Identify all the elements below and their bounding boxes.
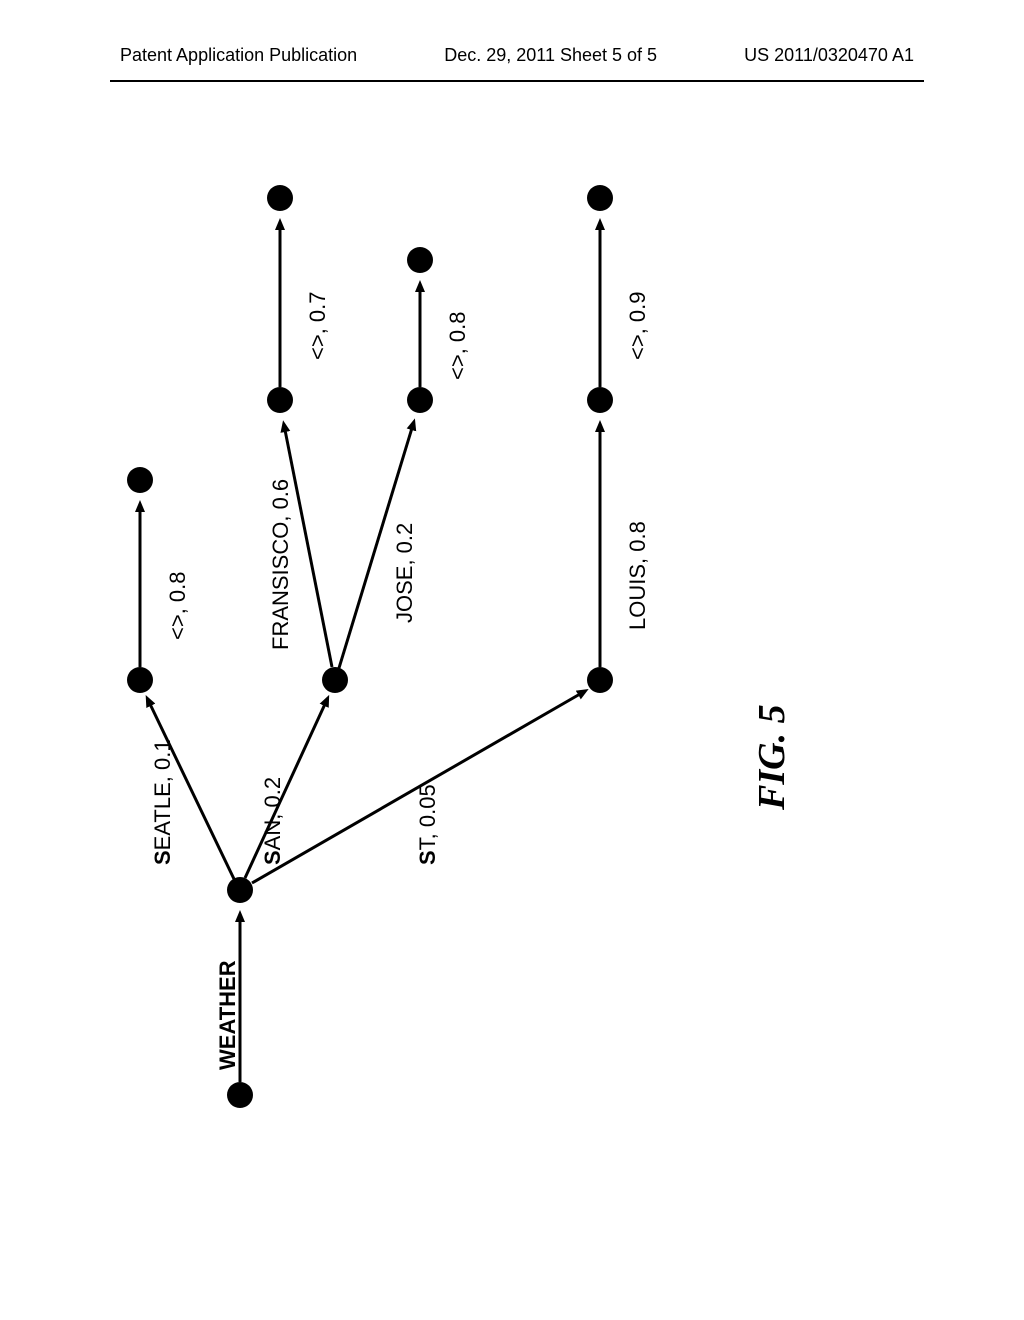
label-san-prefix: S — [260, 850, 285, 865]
node-san-end — [322, 667, 348, 693]
node-jose-final — [407, 247, 433, 273]
node-fransisco-end — [267, 387, 293, 413]
label-seatle-rest: EATLE, 0.1 — [150, 739, 175, 850]
node-seatle-end — [127, 667, 153, 693]
node-seatle-final — [127, 467, 153, 493]
label-end3: <>, 0.8 — [445, 311, 471, 380]
label-san: SAN, 0.2 — [260, 777, 286, 865]
node-weather-end — [227, 877, 253, 903]
graph-diagram: WEATHER SEATLE, 0.1 SAN, 0.2 ST, 0.05 FR… — [110, 150, 890, 1150]
node-st-end — [587, 667, 613, 693]
label-louis: LOUIS, 0.8 — [625, 521, 651, 630]
label-st-prefix: S — [415, 850, 440, 865]
header-left: Patent Application Publication — [120, 45, 357, 66]
node-louis-end — [587, 387, 613, 413]
page-header: Patent Application Publication Dec. 29, … — [0, 45, 1024, 66]
label-st-rest: T, 0.05 — [415, 784, 440, 850]
label-fransisco: FRANSISCO, 0.6 — [268, 479, 294, 650]
header-right: US 2011/0320470 A1 — [744, 45, 914, 66]
label-end4: <>, 0.9 — [625, 291, 651, 360]
label-san-rest: AN, 0.2 — [260, 777, 285, 850]
label-st: ST, 0.05 — [415, 784, 441, 865]
label-seatle-prefix: S — [150, 850, 175, 865]
node-start — [227, 1082, 253, 1108]
header-rule — [110, 80, 924, 82]
header-center: Dec. 29, 2011 Sheet 5 of 5 — [444, 45, 657, 66]
node-fransisco-final — [267, 185, 293, 211]
label-jose: JOSE, 0.2 — [392, 523, 418, 623]
label-seatle: SEATLE, 0.1 — [150, 739, 176, 865]
node-louis-final — [587, 185, 613, 211]
label-weather: WEATHER — [215, 960, 241, 1070]
label-end2: <>, 0.7 — [305, 291, 331, 360]
node-jose-end — [407, 387, 433, 413]
figure-label: FIG. 5 — [750, 704, 794, 810]
label-end1: <>, 0.8 — [165, 571, 191, 640]
